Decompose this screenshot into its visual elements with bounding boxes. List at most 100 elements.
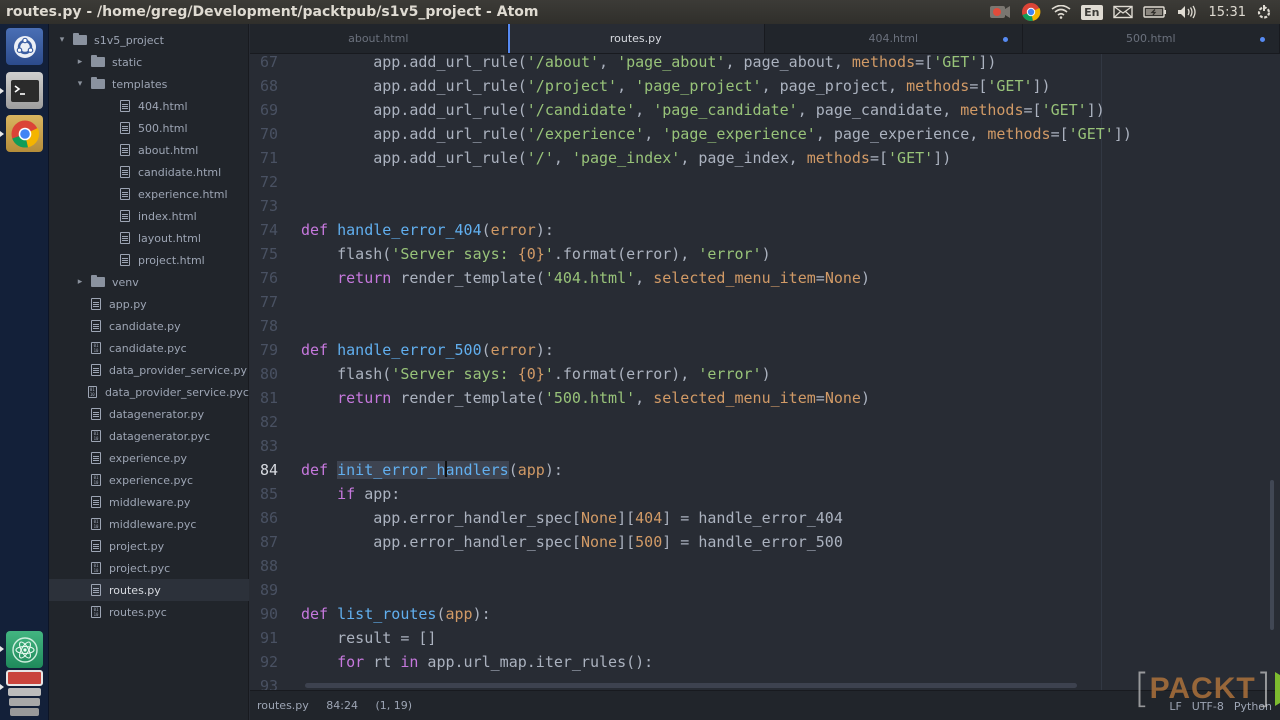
line-number: 71 xyxy=(259,149,278,167)
code-token: app.add_url_rule( xyxy=(301,149,527,167)
tree-file[interactable]: project.html xyxy=(49,249,249,271)
code-token: app.add_url_rule( xyxy=(301,101,527,119)
code-line[interactable]: app.add_url_rule('/experience', 'page_ex… xyxy=(301,122,1132,146)
tree-file[interactable]: experience.html xyxy=(49,183,249,205)
code-token: 'page_project' xyxy=(635,77,762,95)
code-line[interactable]: app.add_url_rule('/candidate', 'page_can… xyxy=(301,98,1105,122)
status-selection-count: (1, 19) xyxy=(375,699,413,712)
volume-icon[interactable] xyxy=(1177,0,1197,24)
status-encoding[interactable]: UTF-8 xyxy=(1192,700,1224,713)
tree-file[interactable]: about.html xyxy=(49,139,249,161)
tree-file[interactable]: middleware.py xyxy=(49,491,249,513)
tree-folder[interactable]: ▾ s1v5_project xyxy=(49,29,249,51)
code-token: ( xyxy=(481,221,491,239)
folder-icon xyxy=(73,33,87,45)
code-line[interactable]: def handle_error_404(error): xyxy=(301,218,554,242)
code-line[interactable]: return render_template('500.html', selec… xyxy=(301,386,870,410)
horizontal-scrollbar[interactable] xyxy=(305,683,1077,688)
atom-icon[interactable] xyxy=(6,631,43,668)
chevron-down-icon[interactable]: ▾ xyxy=(57,35,67,45)
code-token: , page_candidate, xyxy=(797,101,961,119)
tree-file[interactable]: candidate.html xyxy=(49,161,249,183)
tree-file[interactable]: 01 10 routes.pyc xyxy=(49,601,249,623)
tree-file[interactable]: experience.py xyxy=(49,447,249,469)
ubuntu-dash-icon[interactable] xyxy=(6,28,43,65)
code-token: in xyxy=(400,653,419,671)
tab-routes-py[interactable]: routes.py xyxy=(507,24,765,53)
tree-file[interactable]: 01 10 data_provider_service.pyc xyxy=(49,381,249,403)
tab-about-html[interactable]: about.html xyxy=(250,24,508,53)
terminal-icon[interactable] xyxy=(6,72,43,109)
code-token: methods xyxy=(987,125,1051,143)
text-file-icon xyxy=(120,166,130,178)
code-line[interactable]: if app: xyxy=(301,482,400,506)
tree-file[interactable]: 01 10 experience.pyc xyxy=(49,469,249,491)
tree-file[interactable]: 404.html xyxy=(49,95,249,117)
code-line[interactable]: def handle_error_500(error): xyxy=(301,338,554,362)
mail-icon[interactable] xyxy=(1112,0,1133,24)
tab-label: 404.html xyxy=(868,32,919,45)
code-line[interactable]: def init_error_handlers(app): xyxy=(301,458,563,482)
code-editor[interactable]: 67 68 69 70 71 72 73 74 75 76 77 78 79 80 81 82 83 84 85 86… xyxy=(250,54,1280,690)
tree-file[interactable]: app.py xyxy=(49,293,249,315)
code-line[interactable]: result = [] xyxy=(301,626,436,650)
chevron-right-icon[interactable]: ▸ xyxy=(75,277,85,287)
code-line[interactable]: app.add_url_rule('/', 'page_index', page… xyxy=(301,146,951,170)
status-cursor-position[interactable]: 84:24 xyxy=(326,699,358,712)
code-line[interactable]: flash('Server says: {0}'.format(error), … xyxy=(301,362,771,386)
code-line[interactable]: app.error_handler_spec[None][500] = hand… xyxy=(301,530,843,554)
tree-file[interactable]: data_provider_service.py xyxy=(49,359,249,381)
code-token: =[ xyxy=(869,149,889,167)
tree-file[interactable]: 01 10 middleware.pyc xyxy=(49,513,249,535)
tree-folder[interactable]: ▾ templates xyxy=(49,73,249,95)
keyboard-layout-indicator[interactable]: En xyxy=(1081,0,1103,24)
line-number: 73 xyxy=(259,197,278,215)
text-file-icon xyxy=(120,122,130,134)
vertical-scrollbar[interactable] xyxy=(1270,480,1274,630)
code-line[interactable]: flash('Server says: {0}'.format(error), … xyxy=(301,242,771,266)
power-gear-icon[interactable] xyxy=(1256,0,1272,24)
wifi-icon[interactable] xyxy=(1051,0,1071,24)
code-token: =[ xyxy=(1023,101,1042,119)
code-token: {0} xyxy=(517,365,545,383)
battery-icon[interactable] xyxy=(1142,0,1167,24)
tree-file[interactable]: datagenerator.py xyxy=(49,403,249,425)
code-token: 'page_candidate' xyxy=(653,101,798,119)
screen-recorder-icon[interactable] xyxy=(989,0,1011,24)
status-grammar[interactable]: Python xyxy=(1234,700,1272,713)
clock[interactable]: 15:31 xyxy=(1209,0,1246,24)
chrome-icon[interactable] xyxy=(6,115,43,152)
tree-file[interactable]: routes.py xyxy=(49,579,249,601)
chrome-icon[interactable] xyxy=(1021,0,1041,24)
code-line[interactable]: def list_routes(app): xyxy=(301,602,491,626)
tree-file[interactable]: project.py xyxy=(49,535,249,557)
modified-indicator-icon[interactable] xyxy=(1260,37,1265,42)
stacked-app-icon[interactable] xyxy=(6,670,43,720)
status-file-name[interactable]: routes.py xyxy=(257,699,309,712)
code-token: return xyxy=(337,389,392,407)
tree-file[interactable]: index.html xyxy=(49,205,249,227)
code-token: 404 xyxy=(635,509,663,527)
code-line[interactable]: app.error_handler_spec[None][404] = hand… xyxy=(301,506,843,530)
tree-file[interactable]: layout.html xyxy=(49,227,249,249)
chevron-right-icon[interactable]: ▸ xyxy=(75,57,85,67)
tree-file[interactable]: candidate.py xyxy=(49,315,249,337)
modified-indicator-icon[interactable] xyxy=(1002,37,1008,42)
tree-file[interactable]: 01 10 datagenerator.pyc xyxy=(49,425,249,447)
tree-item-label: experience.pyc xyxy=(109,473,194,487)
code-token: , xyxy=(635,389,654,407)
status-line-ending[interactable]: LF xyxy=(1169,700,1181,713)
tree-file[interactable]: 01 10 candidate.pyc xyxy=(49,337,249,359)
chevron-down-icon[interactable]: ▾ xyxy=(75,79,85,89)
tab-404-html[interactable]: 404.html xyxy=(765,24,1023,53)
tree-file[interactable]: 01 10 project.pyc xyxy=(49,557,249,579)
tree-folder[interactable]: ▸ static xyxy=(49,51,249,73)
code-line[interactable]: for rt in app.url_map.iter_rules(): xyxy=(301,650,653,674)
code-line[interactable]: app.add_url_rule('/about', 'page_about',… xyxy=(301,54,996,74)
code-token: ): xyxy=(535,221,554,239)
code-line[interactable]: return render_template('404.html', selec… xyxy=(301,266,870,290)
code-line[interactable]: app.add_url_rule('/project', 'page_proje… xyxy=(301,74,1050,98)
tab-500-html[interactable]: 500.html xyxy=(1023,24,1280,53)
tree-file[interactable]: 500.html xyxy=(49,117,249,139)
tree-folder[interactable]: ▸ venv xyxy=(49,271,249,293)
